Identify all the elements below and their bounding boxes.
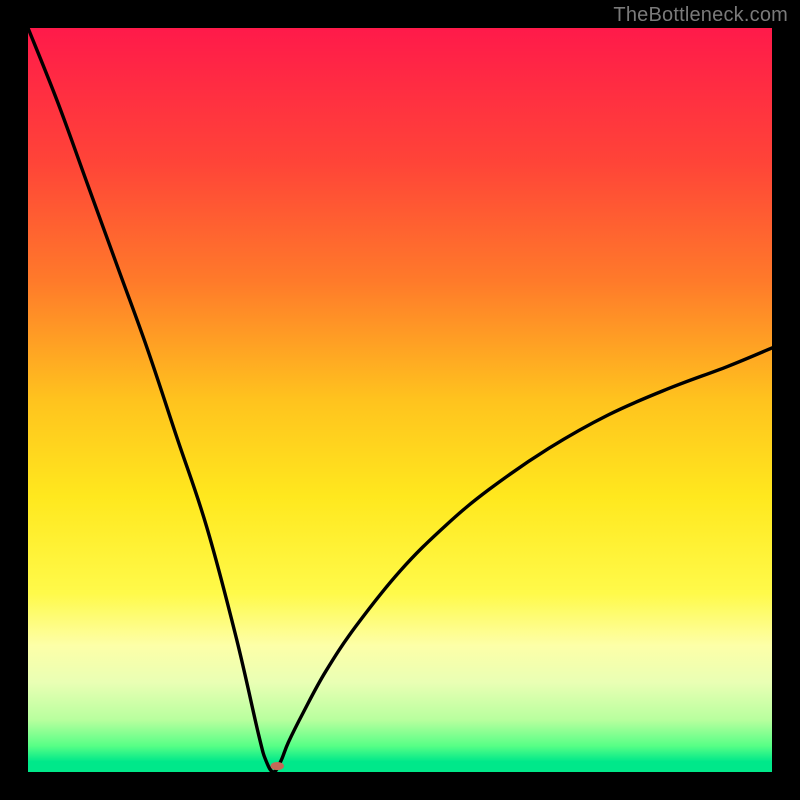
gradient-background [28,28,772,772]
chart-frame: TheBottleneck.com [0,0,800,800]
plot-area [28,28,772,772]
optimal-point-marker [271,762,284,770]
watermark-text: TheBottleneck.com [613,4,788,27]
bottleneck-chart [28,28,772,772]
